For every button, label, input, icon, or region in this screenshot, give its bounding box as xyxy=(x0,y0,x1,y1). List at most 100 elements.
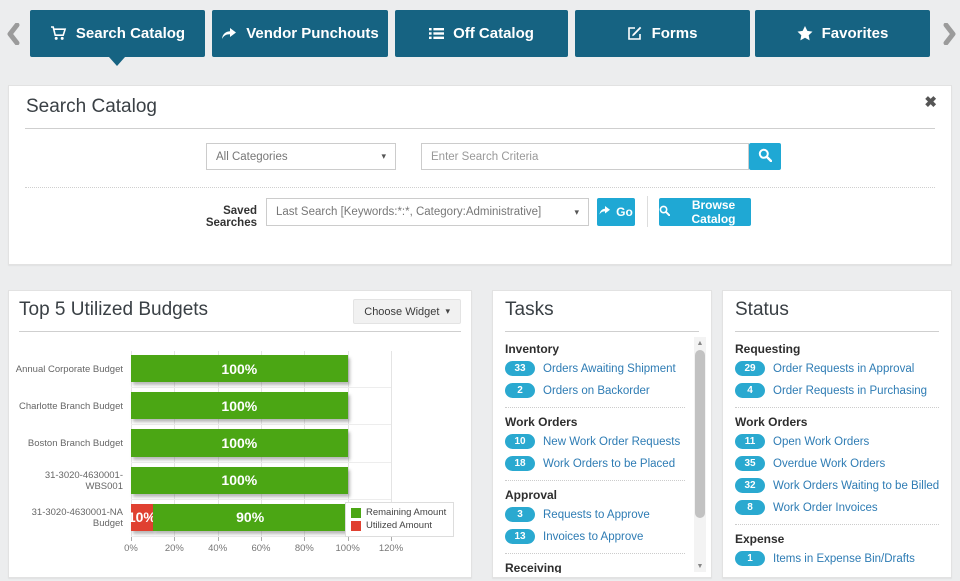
row-divider xyxy=(25,187,935,188)
section-heading: Receiving xyxy=(505,561,685,573)
tab-label: Favorites xyxy=(822,25,889,42)
tasks-widget: Tasks Inventory33Orders Awaiting Shipmen… xyxy=(492,290,712,578)
search-button[interactable] xyxy=(749,143,781,170)
list-item: 29 Order Requests in Approval xyxy=(735,359,939,378)
scrollbar-thumb[interactable] xyxy=(695,350,705,518)
chart-row: 100% xyxy=(131,425,391,462)
forward-arrow-icon xyxy=(221,27,237,41)
tab-vendor-punchouts[interactable]: Vendor Punchouts xyxy=(212,10,388,57)
section-heading: Work Orders xyxy=(735,415,939,429)
x-axis-tick xyxy=(304,537,305,541)
section-heading: Inventory xyxy=(505,342,685,356)
close-icon[interactable]: ✖ xyxy=(924,93,937,111)
tab-label: Forms xyxy=(652,25,698,42)
search-icon xyxy=(758,148,772,165)
tab-off-catalog[interactable]: Off Catalog xyxy=(395,10,568,57)
chart-ylabels: Annual Corporate BudgetCharlotte Branch … xyxy=(15,351,127,537)
x-axis-tick xyxy=(131,537,132,541)
scroll-down-icon[interactable]: ▼ xyxy=(694,560,706,572)
tab-favorites[interactable]: Favorites xyxy=(755,10,930,57)
x-axis-tick-label: 120% xyxy=(371,543,411,554)
list-item: 2 Orders on Backorder xyxy=(505,381,685,400)
chart-bar-segment: 10% xyxy=(131,504,153,531)
tasks-scrollbar[interactable]: ▲ ▼ xyxy=(694,337,706,572)
item-link[interactable]: Work Orders Waiting to be Billed xyxy=(773,480,939,492)
item-link[interactable]: Items in Expense Bin/Drafts xyxy=(773,553,915,565)
item-link[interactable]: Requests to Approve xyxy=(543,509,650,521)
saved-searches-label: Saved Searches xyxy=(169,205,257,229)
item-link[interactable]: Order Requests in Purchasing xyxy=(773,385,927,397)
go-arrow-icon xyxy=(599,205,610,219)
chevron-left-icon[interactable] xyxy=(5,22,21,46)
chart-bar-segment: 100% xyxy=(131,467,348,494)
legend-label: Utilized Amount xyxy=(366,519,432,532)
status-list: Requesting29Order Requests in Approval4O… xyxy=(735,335,939,573)
x-axis-tick-label: 100% xyxy=(328,543,368,554)
item-link[interactable]: Order Requests in Approval xyxy=(773,363,914,375)
chevron-down-icon: ▾ xyxy=(445,306,450,317)
chevron-down-icon: ▾ xyxy=(574,207,579,218)
x-axis-tick xyxy=(218,537,219,541)
x-axis-tick xyxy=(391,537,392,541)
count-badge: 32 xyxy=(735,478,765,493)
count-badge: 35 xyxy=(735,456,765,471)
category-select[interactable]: All Categories ▾ xyxy=(206,143,396,170)
count-badge: 2 xyxy=(505,383,535,398)
tasks-list: Inventory 33 Orders Awaiting Shipment 2 Orde… xyxy=(505,335,685,573)
tab-forms[interactable]: Forms xyxy=(575,10,750,57)
widget-title: Top 5 Utilized Budgets xyxy=(19,299,208,321)
list-item: 11 Open Work Orders xyxy=(735,432,939,451)
count-badge: 10 xyxy=(505,434,535,449)
item-link[interactable]: Work Order Invoices xyxy=(773,502,878,514)
item-link[interactable]: Overdue Work Orders xyxy=(773,458,885,470)
go-button[interactable]: Go xyxy=(597,198,635,226)
count-badge: 29 xyxy=(735,361,765,376)
item-link[interactable]: Work Orders to be Placed xyxy=(543,458,675,470)
chevron-down-icon: ▾ xyxy=(381,151,386,162)
item-link[interactable]: Open Work Orders xyxy=(773,436,869,448)
x-axis-tick-label: 20% xyxy=(154,543,194,554)
saved-search-value: Last Search [Keywords:*:*, Category:Admi… xyxy=(276,206,541,218)
list-item: 18Work Orders to be Placed xyxy=(505,454,685,473)
chart-row: 100% xyxy=(131,463,391,500)
category-select-value: All Categories xyxy=(216,151,288,163)
panel-title: Search Catalog xyxy=(26,96,157,118)
chart-category-label: 31-3020-4630001-NA Budget xyxy=(15,500,123,537)
tab-search-catalog[interactable]: Search Catalog xyxy=(30,10,205,57)
section-divider xyxy=(505,407,685,408)
budget-widget: Top 5 Utilized Budgets Choose Widget ▾ A… xyxy=(8,290,472,578)
chart-bar-segment: 100% xyxy=(131,392,348,419)
star-icon xyxy=(797,26,813,41)
list-item: 32 Work Orders Waiting to be Billed xyxy=(735,476,939,495)
x-axis-tick xyxy=(261,537,262,541)
list-icon xyxy=(429,27,444,40)
item-link[interactable]: Orders on Backorder xyxy=(543,385,650,397)
dashboard-page: Search Catalog Vendor Punchouts Off Cata… xyxy=(0,0,960,581)
count-badge: 11 xyxy=(735,434,765,449)
list-item: 10 New Work Order Requests xyxy=(505,432,685,451)
scroll-up-icon[interactable]: ▲ xyxy=(694,337,706,349)
x-axis-tick xyxy=(348,537,349,541)
chevron-right-icon[interactable] xyxy=(941,22,957,46)
legend-swatch-remaining xyxy=(351,508,361,518)
item-link[interactable]: Invoices to Approve xyxy=(543,531,643,543)
item-link[interactable]: New Work Order Requests xyxy=(543,436,680,448)
chart-row: 100% xyxy=(131,351,391,388)
button-separator xyxy=(647,196,648,227)
count-badge: 3 xyxy=(505,507,535,522)
count-badge: 33 xyxy=(505,361,535,376)
search-input[interactable] xyxy=(421,143,749,170)
active-tab-pointer xyxy=(109,57,125,66)
count-badge: 13 xyxy=(505,529,535,544)
section-divider xyxy=(505,553,685,554)
item-link[interactable]: Orders Awaiting Shipment xyxy=(543,363,676,375)
choose-widget-button[interactable]: Choose Widget ▾ xyxy=(353,299,461,324)
saved-searches-select[interactable]: Last Search [Keywords:*:*, Category:Admi… xyxy=(266,198,589,226)
count-badge: 1 xyxy=(735,551,765,566)
title-divider xyxy=(505,331,699,332)
section-heading: Work Orders xyxy=(505,415,685,429)
legend-entry: Remaining Amount xyxy=(351,506,446,519)
chart-category-label: 31-3020-4630001-WBS001 xyxy=(15,463,123,500)
browse-catalog-button[interactable]: Browse Catalog xyxy=(659,198,751,226)
list-item: 8Work Order Invoices xyxy=(735,498,939,517)
